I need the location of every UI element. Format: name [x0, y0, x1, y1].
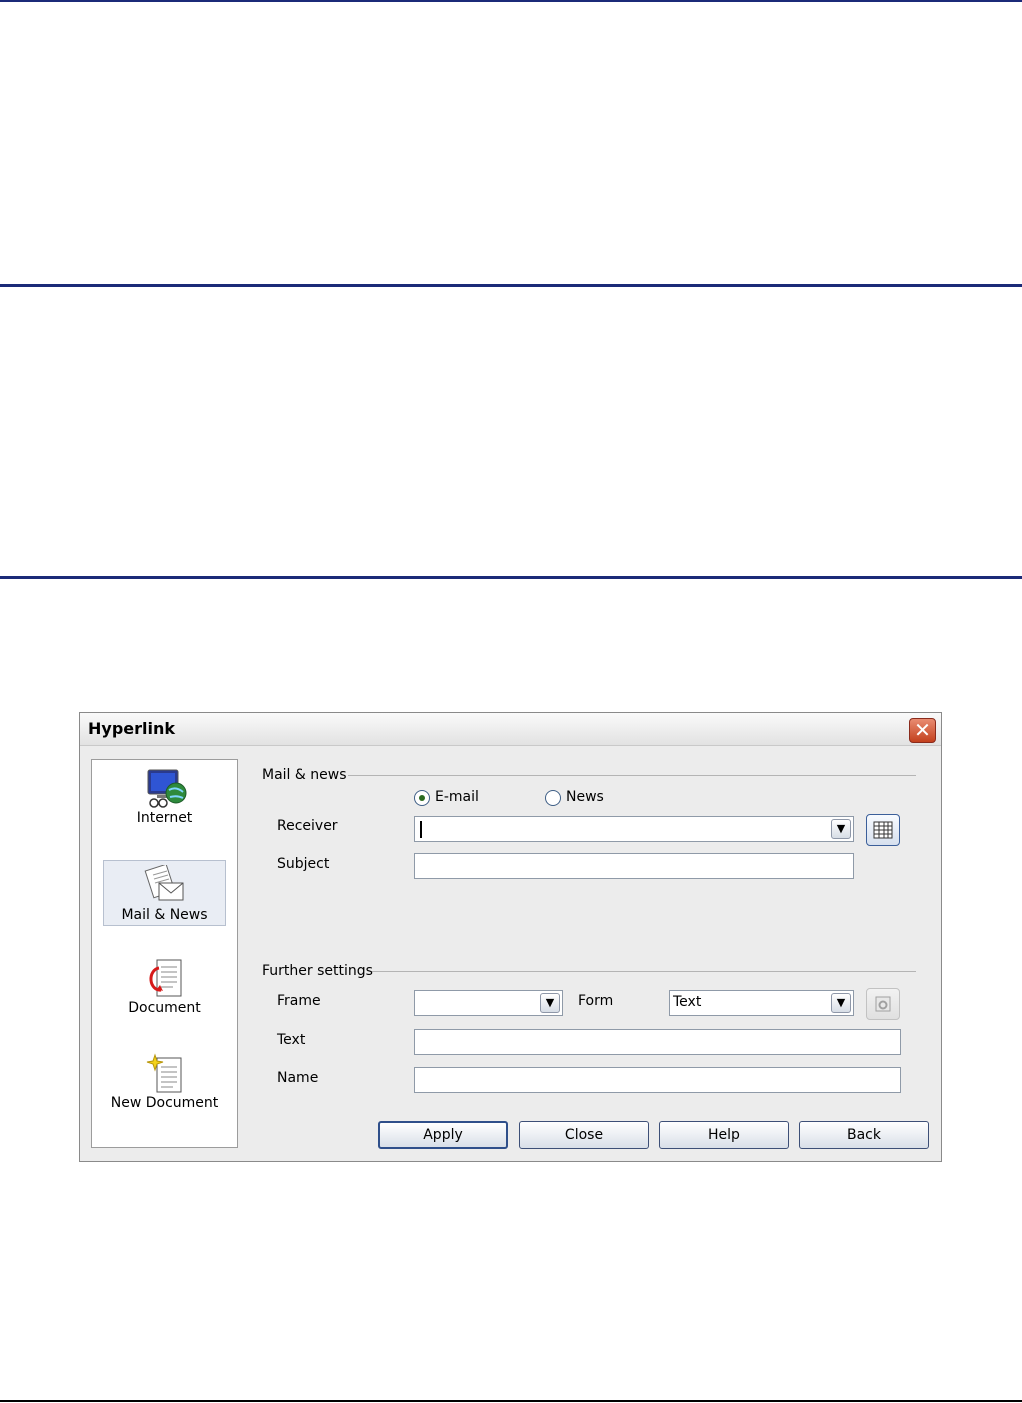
document-icon [148, 959, 181, 997]
close-button[interactable]: Close [519, 1121, 649, 1149]
sidebar-item-mail-news[interactable]: Mail & News [103, 860, 226, 926]
sidebar-item-label: Document [128, 1000, 201, 1016]
mail-news-separator [348, 775, 916, 776]
form-label: Form [578, 993, 614, 1009]
email-radio-label: E-mail [435, 789, 479, 805]
table-icon [873, 821, 893, 839]
receiver-combo[interactable]: ▼ [414, 816, 854, 842]
dialog-titlebar: Hyperlink ✕ [80, 713, 941, 746]
sidebar-item-label: New Document [110, 1095, 219, 1111]
subject-input[interactable] [414, 853, 854, 879]
data-sources-button[interactable] [866, 814, 900, 846]
frame-combo[interactable]: ▼ [414, 990, 563, 1016]
mail-news-group-label: Mail & news [262, 767, 347, 783]
further-settings-separator [372, 971, 916, 972]
news-radio-label: News [566, 789, 604, 805]
form-value: Text [673, 994, 702, 1010]
name-label: Name [277, 1070, 319, 1086]
sidebar-item-label: Mail & News [121, 907, 208, 923]
page-rule-middle [0, 284, 1022, 287]
frame-label: Frame [277, 993, 321, 1009]
text-cursor [420, 821, 422, 838]
new-document-icon [146, 1053, 181, 1093]
text-label: Text [277, 1032, 306, 1048]
dialog-title: Hyperlink [88, 719, 176, 738]
hyperlink-dialog: Hyperlink ✕ Internet Mail & News Documen… [79, 712, 942, 1162]
page-rule-bottom [0, 1400, 1022, 1402]
sidebar-item-document[interactable]: Document [103, 954, 226, 1020]
back-button[interactable]: Back [799, 1121, 929, 1149]
form-combo[interactable]: Text ▼ [669, 990, 854, 1016]
events-icon [875, 996, 891, 1012]
email-radio[interactable] [414, 790, 430, 806]
subject-label: Subject [277, 856, 330, 872]
mail-envelope-icon [144, 865, 183, 901]
page-rule-lower [0, 576, 1022, 579]
chevron-down-icon[interactable]: ▼ [540, 993, 560, 1013]
page-rule-top [0, 0, 1022, 2]
close-icon[interactable]: ✕ [909, 718, 936, 743]
sidebar-item-internet[interactable]: Internet [103, 764, 226, 830]
apply-button[interactable]: Apply [378, 1121, 508, 1149]
sidebar-item-new-document[interactable]: New Document [103, 1049, 226, 1115]
events-button[interactable] [866, 988, 900, 1020]
hyperlink-type-sidebar: Internet Mail & News Document New Docume… [91, 759, 238, 1148]
chevron-down-icon[interactable]: ▼ [831, 819, 851, 839]
sidebar-item-label: Internet [136, 810, 193, 826]
receiver-label: Receiver [277, 818, 338, 834]
globe-monitor-icon [147, 769, 186, 808]
chevron-down-icon[interactable]: ▼ [831, 993, 851, 1013]
name-input[interactable] [414, 1067, 901, 1093]
text-input[interactable] [414, 1029, 901, 1055]
news-radio[interactable] [545, 790, 561, 806]
help-button[interactable]: Help [659, 1121, 789, 1149]
further-settings-group-label: Further settings [262, 963, 373, 979]
